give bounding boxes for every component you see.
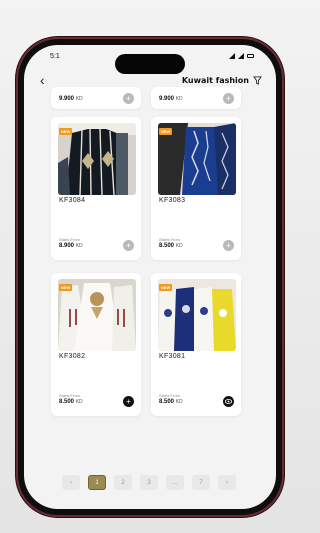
page-3[interactable]: 3	[140, 475, 158, 490]
signal-icon	[229, 53, 235, 59]
phone-frame: 5:1 ‹ Kuwait fashion 9.900 KD + 9.900 KD…	[18, 39, 282, 515]
add-to-cart-button[interactable]: +	[123, 93, 134, 104]
page-7[interactable]: 7	[192, 475, 210, 490]
product-image[interactable]: NEW	[58, 123, 136, 195]
product-card-partial[interactable]: 9.900 KD +	[151, 87, 241, 109]
product-price: 8.500 KD	[159, 243, 183, 249]
starts-from-label: Starts From	[159, 393, 180, 398]
starts-from-label: Starts From	[59, 237, 80, 242]
battery-icon	[247, 54, 254, 58]
product-code: KF3081	[159, 353, 186, 360]
add-to-cart-button[interactable]: +	[223, 93, 234, 104]
product-code: KF3083	[159, 197, 186, 204]
screen: 5:1 ‹ Kuwait fashion 9.900 KD + 9.900 KD…	[24, 45, 276, 509]
product-price: 9.900 KD	[159, 96, 183, 102]
product-price: 9.900 KD	[59, 96, 83, 102]
wifi-icon	[238, 53, 244, 59]
new-badge: NEW	[159, 284, 173, 291]
add-to-cart-button[interactable]: +	[123, 240, 134, 251]
starts-from-label: Starts From	[159, 237, 180, 242]
chevron-right-icon[interactable]: ›	[218, 475, 236, 490]
product-card[interactable]: NEW KF3081 Starts From 8.500 KD	[151, 273, 241, 416]
product-image[interactable]: NEW	[158, 123, 236, 195]
new-badge: NEW	[59, 128, 73, 135]
add-to-cart-button[interactable]: +	[223, 240, 234, 251]
product-card[interactable]: NEW KF3083 Starts From 8.500 KD +	[151, 117, 241, 260]
page-ellipsis: ...	[166, 475, 184, 490]
product-price: 8.900 KD	[59, 243, 83, 249]
product-grid: 9.900 KD + 9.900 KD + NEW KF3084 Starts …	[24, 87, 276, 509]
store-name: Kuwait fashion	[181, 75, 249, 85]
eye-icon	[225, 399, 232, 404]
product-code: KF3082	[59, 353, 86, 360]
add-to-cart-button[interactable]: +	[123, 396, 134, 407]
product-image[interactable]: NEW	[58, 279, 136, 351]
product-image[interactable]: NEW	[158, 279, 236, 351]
chevron-left-icon[interactable]: ‹	[62, 475, 80, 490]
pagination: ‹ 1 2 3 ... 7 ›	[62, 475, 236, 490]
filter-icon[interactable]	[253, 75, 262, 85]
page-2[interactable]: 2	[114, 475, 132, 490]
new-badge: NEW	[159, 128, 173, 135]
status-icons	[229, 53, 254, 59]
page-1[interactable]: 1	[88, 475, 106, 490]
product-price: 8.500 KD	[159, 399, 183, 405]
starts-from-label: Starts From	[59, 393, 80, 398]
header-right: Kuwait fashion	[182, 76, 262, 85]
status-time: 5:1	[50, 52, 60, 60]
product-card-partial[interactable]: 9.900 KD +	[51, 87, 141, 109]
new-badge: NEW	[59, 284, 73, 291]
product-card[interactable]: NEW KF3082 Starts From 8.500 KD +	[51, 273, 141, 416]
product-code: KF3084	[59, 197, 86, 204]
view-product-button[interactable]	[223, 396, 234, 407]
product-price: 8.500 KD	[59, 399, 83, 405]
back-arrow-icon[interactable]: ‹	[40, 73, 45, 87]
product-card[interactable]: NEW KF3084 Starts From 8.900 KD +	[51, 117, 141, 260]
